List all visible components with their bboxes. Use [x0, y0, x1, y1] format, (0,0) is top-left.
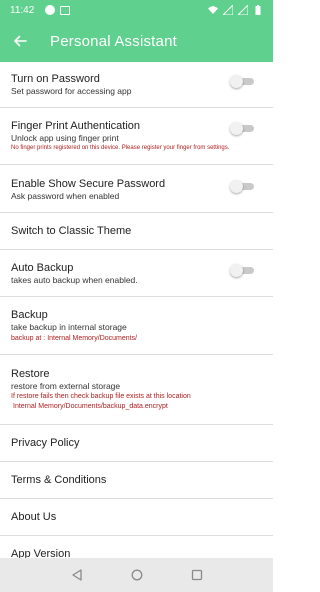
image-notification-icon [60, 5, 71, 15]
setting-turn-on-password[interactable]: Turn on Password Set password for access… [0, 62, 273, 108]
triangle-back-icon [71, 569, 82, 581]
setting-title: App Version [11, 548, 71, 558]
arrow-back-icon [14, 35, 27, 47]
status-time: 11:42 [10, 4, 35, 16]
setting-title: Backup [11, 309, 48, 321]
setting-backup[interactable]: Backup take backup in internal storage b… [0, 297, 273, 355]
fingerprint-toggle[interactable] [230, 122, 254, 135]
nav-home-button[interactable] [130, 568, 144, 582]
square-recents-icon [191, 569, 202, 581]
setting-about-us[interactable]: About Us [0, 499, 273, 536]
backup-location-note: backup at : Internal Memory/Documents/ [11, 335, 138, 342]
notification-dot-icon [45, 5, 56, 15]
fingerprint-warning: No finger prints registered on this devi… [11, 145, 230, 151]
setting-restore[interactable]: Restore restore from external storage If… [0, 355, 273, 425]
setting-title: About Us [11, 511, 57, 523]
status-bar: 11:42 [0, 0, 273, 20]
restore-path: Internal Memory/Documents/backup_data.en… [13, 403, 168, 410]
app-bar: Personal Assistant [0, 20, 273, 62]
wifi-icon [208, 6, 218, 14]
setting-auto-backup[interactable]: Auto Backup takes auto backup when enabl… [0, 250, 273, 297]
setting-app-version[interactable]: App Version [0, 536, 273, 558]
nav-back-button[interactable] [70, 568, 84, 582]
setting-title: Switch to Classic Theme [11, 225, 132, 237]
circle-home-icon [131, 569, 142, 581]
setting-show-secure-password[interactable]: Enable Show Secure Password Ask password… [0, 165, 273, 213]
setting-subtitle: take backup in internal storage [11, 322, 127, 332]
restore-note: If restore fails then check backup file … [11, 393, 191, 400]
auto-backup-toggle[interactable] [230, 264, 254, 277]
setting-terms[interactable]: Terms & Conditions [0, 462, 273, 499]
system-navigation-bar [0, 558, 273, 592]
setting-title: Restore [11, 368, 50, 380]
setting-classic-theme[interactable]: Switch to Classic Theme [0, 213, 273, 250]
setting-subtitle: restore from external storage [11, 381, 121, 391]
signal-icon [238, 5, 248, 15]
password-toggle[interactable] [230, 75, 254, 88]
setting-finger-print[interactable]: Finger Print Authentication Unlock app u… [0, 108, 273, 165]
setting-title: Terms & Conditions [11, 474, 107, 486]
back-button[interactable] [0, 20, 40, 62]
setting-privacy-policy[interactable]: Privacy Policy [0, 425, 273, 462]
battery-icon [255, 5, 261, 15]
page-title: Personal Assistant [50, 32, 177, 50]
secure-password-toggle[interactable] [230, 180, 254, 193]
signal-icon [223, 5, 233, 15]
nav-recents-button[interactable] [190, 568, 204, 582]
setting-title: Privacy Policy [11, 437, 80, 449]
